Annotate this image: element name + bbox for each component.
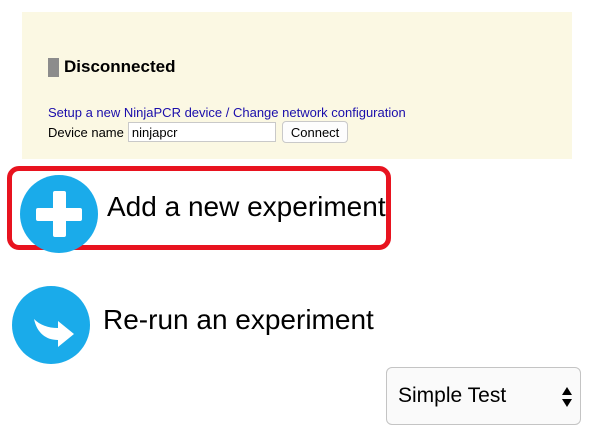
connection-status: Disconnected <box>48 57 175 77</box>
connect-button[interactable]: Connect <box>281 121 349 143</box>
status-text: Disconnected <box>64 57 176 76</box>
experiment-select-value: Simple Test <box>398 384 507 407</box>
select-arrows-icon <box>562 387 572 407</box>
experiment-select[interactable]: Simple Test <box>386 367 581 425</box>
rerun-experiment-button[interactable]: Re-run an experiment <box>12 284 392 368</box>
device-name-label: Device name <box>48 124 124 140</box>
rerun-experiment-label: Re-run an experiment <box>103 304 374 335</box>
add-experiment-label: Add a new experiment <box>107 191 386 222</box>
status-indicator-icon <box>48 57 59 77</box>
device-name-row: Device name Connect <box>48 121 349 143</box>
plus-icon <box>20 175 98 253</box>
setup-device-link[interactable]: Setup a new NinjaPCR device / Change net… <box>48 105 406 120</box>
rerun-arrow-icon <box>12 286 90 364</box>
add-experiment-button[interactable]: Add a new experiment <box>7 166 391 253</box>
device-name-input[interactable] <box>127 122 276 142</box>
connection-panel: Disconnected Setup a new NinjaPCR device… <box>22 12 572 159</box>
